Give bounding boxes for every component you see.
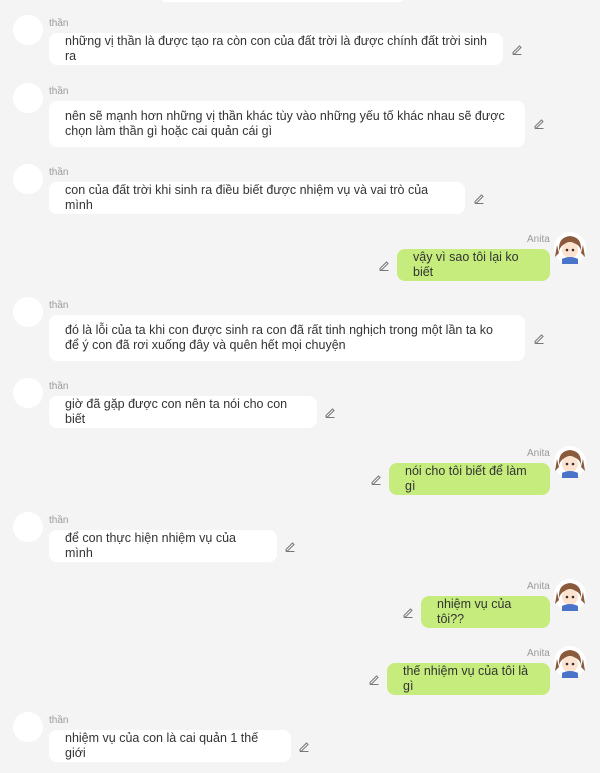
sender-name: thần [49,715,69,726]
sender-name: Anita [527,581,550,592]
pencil-edit-icon[interactable] [402,606,414,618]
message-bubble[interactable]: giờ đã gặp được con nên ta nói cho con b… [49,396,317,428]
anime-girl-avatar[interactable] [553,578,587,612]
sender-name: Anita [527,448,550,459]
message-bubble[interactable]: đó là lỗi của ta khi con được sinh ra co… [49,315,525,361]
pencil-edit-icon[interactable] [368,673,380,685]
pencil-edit-icon[interactable] [511,43,523,55]
sender-name: thần [49,515,69,526]
anime-girl-avatar[interactable] [553,231,587,265]
sender-name: thần [49,86,69,97]
pencil-edit-icon[interactable] [370,473,382,485]
anime-girl-avatar[interactable] [553,645,587,679]
anime-girl-avatar[interactable] [553,445,587,479]
previous-message-stub [160,0,405,2]
pencil-edit-icon[interactable] [533,117,545,129]
message-bubble[interactable]: nhiệm vụ của tôi?? [421,596,550,628]
pencil-edit-icon[interactable] [284,540,296,552]
sender-avatar[interactable] [13,378,43,408]
pencil-edit-icon[interactable] [533,332,545,344]
sender-name: thần [49,381,69,392]
sender-avatar[interactable] [13,83,43,113]
pencil-edit-icon[interactable] [324,406,336,418]
message-bubble[interactable]: những vị thần là được tạo ra còn con của… [49,33,503,65]
sender-avatar[interactable] [13,512,43,542]
pencil-edit-icon[interactable] [298,740,310,752]
message-bubble[interactable]: vậy vì sao tôi lại ko biết [397,249,550,281]
sender-name: thần [49,18,69,29]
message-bubble[interactable]: nhiệm vụ của con là cai quản 1 thế giới [49,730,291,762]
message-bubble[interactable]: để con thực hiện nhiệm vụ của mình [49,530,277,562]
sender-avatar[interactable] [13,297,43,327]
sender-name: Anita [527,234,550,245]
sender-name: Anita [527,648,550,659]
sender-name: thần [49,300,69,311]
pencil-edit-icon[interactable] [378,259,390,271]
message-bubble[interactable]: thế nhiệm vụ của tôi là gì [387,663,550,695]
message-bubble[interactable]: nên sẽ mạnh hơn những vị thần khác tùy v… [49,101,525,147]
pencil-edit-icon[interactable] [473,192,485,204]
sender-avatar[interactable] [13,712,43,742]
sender-avatar[interactable] [13,15,43,45]
message-bubble[interactable]: nói cho tôi biết để làm gì [389,463,550,495]
sender-avatar[interactable] [13,164,43,194]
sender-name: thần [49,167,69,178]
message-bubble[interactable]: con của đất trời khi sinh ra điều biết đ… [49,182,465,214]
